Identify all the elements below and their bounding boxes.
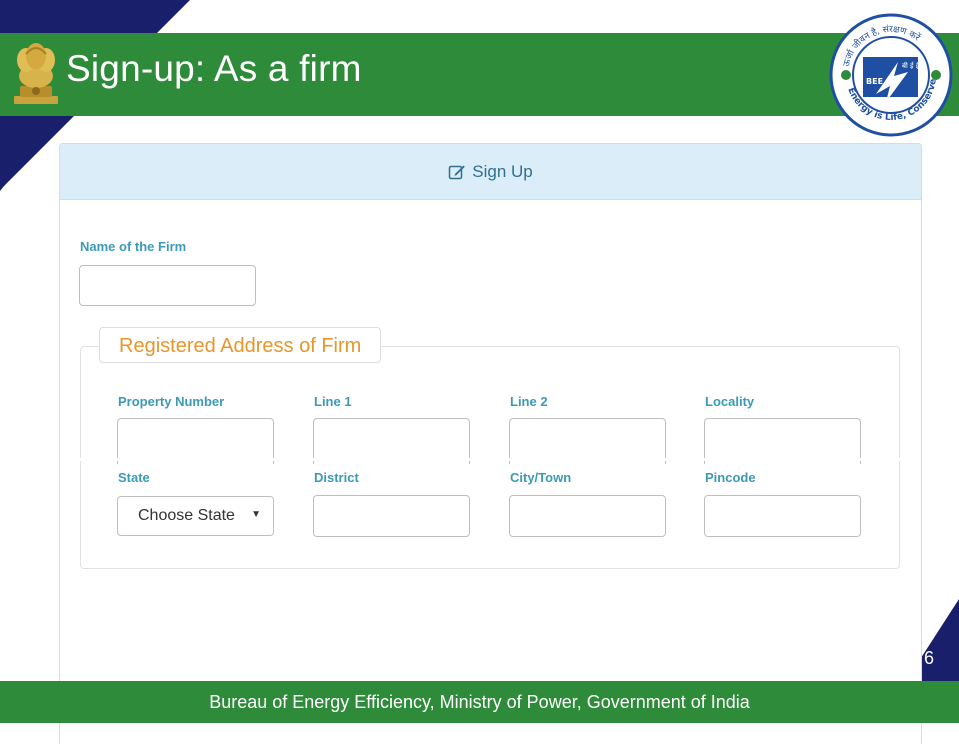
logo-abbr: BEE <box>866 77 883 86</box>
line2-label: Line 2 <box>510 394 548 409</box>
city-town-label: City/Town <box>510 470 572 485</box>
firm-name-label: Name of the Firm <box>80 239 187 254</box>
district-label: District <box>314 470 359 485</box>
panel-heading-title: Sign Up <box>472 161 533 181</box>
line1-label: Line 1 <box>314 394 352 409</box>
state-label: State <box>118 470 150 485</box>
edit-icon <box>449 165 466 179</box>
left-edge-decoration <box>0 116 60 191</box>
logo-abbr-hindi: बी ई ई <box>902 61 920 70</box>
firm-name-input[interactable] <box>79 265 256 306</box>
property-number-label: Property Number <box>118 394 225 409</box>
slide: Sign-up: As a firm ऊर्जा जीवन है, संरक्ष… <box>0 0 959 744</box>
pincode-label: Pincode <box>705 470 756 485</box>
footer-text: Bureau of Energy Efficiency, Ministry of… <box>209 692 750 712</box>
national-emblem-icon <box>14 43 58 104</box>
row-separator <box>79 458 900 461</box>
city-town-input[interactable] <box>509 495 666 537</box>
address-legend: Registered Address of Firm <box>99 327 382 363</box>
pincode-input[interactable] <box>704 495 861 537</box>
panel-heading: Sign Up <box>60 144 921 200</box>
chevron-down-icon: ▼ <box>251 509 261 520</box>
state-select[interactable]: Choose State ▼ <box>117 496 274 536</box>
district-input[interactable] <box>313 495 470 537</box>
panel-heading-content: Sign Up <box>60 144 921 199</box>
bee-logo: ऊर्जा जीवन है, संरक्षण करें Energy is Li… <box>828 12 953 137</box>
locality-label: Locality <box>705 394 755 409</box>
slide-title: Sign-up: As a firm <box>66 48 362 89</box>
state-select-value: Choose State <box>138 507 235 524</box>
page-number: 6 <box>924 648 935 668</box>
